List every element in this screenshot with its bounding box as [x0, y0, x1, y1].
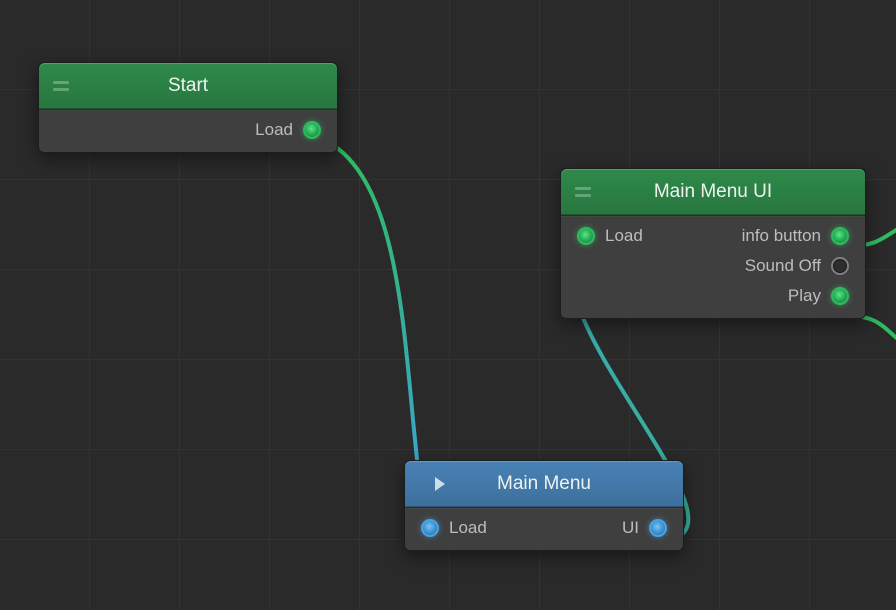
port-label: Load: [449, 518, 487, 538]
node-main-menu-ui-header[interactable]: Main Menu UI: [561, 169, 865, 215]
port-mainmenu-output-ui[interactable]: UI: [622, 518, 667, 538]
node-start-header[interactable]: Start: [39, 63, 337, 109]
port-mainmenuui-output-info-button[interactable]: info button: [742, 226, 849, 246]
node-start-title: Start: [168, 75, 208, 97]
node-main-menu-header[interactable]: Main Menu: [405, 461, 683, 507]
node-start-body: Load: [39, 109, 337, 152]
port-label: Sound Off: [745, 256, 821, 276]
port-socket-icon[interactable]: [831, 227, 849, 245]
node-start[interactable]: Start Load: [38, 62, 338, 153]
port-mainmenuui-input-load[interactable]: Load: [577, 226, 643, 246]
node-main-menu-ui-body: Load info button Sound Off Play: [561, 215, 865, 318]
play-icon: [435, 477, 445, 491]
port-socket-icon[interactable]: [649, 519, 667, 537]
node-main-menu-title: Main Menu: [497, 473, 591, 495]
port-socket-icon[interactable]: [831, 287, 849, 305]
node-graph-canvas[interactable]: Start Load Main Menu UI: [0, 0, 896, 610]
port-label: Load: [605, 226, 643, 246]
port-label: info button: [742, 226, 821, 246]
port-start-output-load[interactable]: Load: [255, 120, 321, 140]
port-socket-icon[interactable]: [831, 257, 849, 275]
drag-grip-icon: [575, 187, 591, 197]
port-socket-icon[interactable]: [303, 121, 321, 139]
port-socket-icon[interactable]: [421, 519, 439, 537]
port-label: Play: [788, 286, 821, 306]
port-socket-icon[interactable]: [577, 227, 595, 245]
port-label: Load: [255, 120, 293, 140]
port-mainmenuui-output-sound-off[interactable]: Sound Off: [745, 256, 849, 276]
drag-grip-icon: [53, 81, 69, 91]
port-mainmenuui-output-play[interactable]: Play: [788, 286, 849, 306]
port-label: UI: [622, 518, 639, 538]
node-main-menu[interactable]: Main Menu Load UI: [404, 460, 684, 551]
port-mainmenu-input-load[interactable]: Load: [421, 518, 487, 538]
node-main-menu-ui[interactable]: Main Menu UI Load info button Sound Off: [560, 168, 866, 319]
node-main-menu-ui-title: Main Menu UI: [654, 181, 772, 203]
node-main-menu-body: Load UI: [405, 507, 683, 550]
